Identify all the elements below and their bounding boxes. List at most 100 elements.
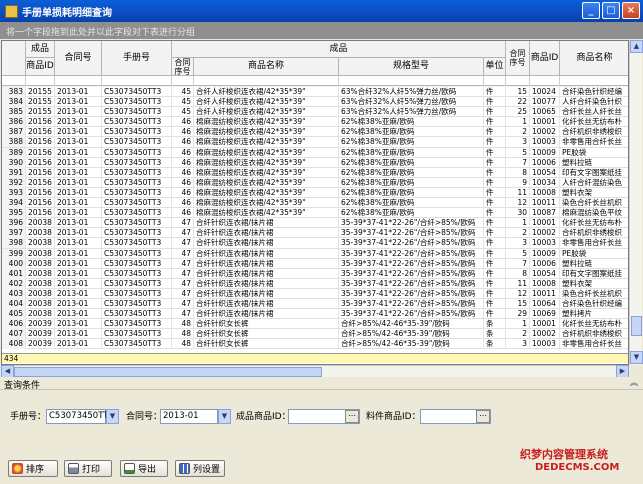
contract-seq-cell: 46 <box>172 198 194 209</box>
table-row[interactable]: 399 20038 2013-01 C53073450TT3 47 合纤针织连衣裙/抹片裙… <box>2 248 628 259</box>
handbook-cell: C53073450TT3 <box>102 147 172 158</box>
item-name-cell: 化纤长丝无纺布朴 <box>560 218 628 228</box>
header-item-name[interactable]: 商品名称 <box>560 41 628 76</box>
table-row[interactable]: 402 20038 2013-01 C53073450TT3 47 合纤针织连衣裙/抹片裙… <box>2 278 628 289</box>
handbook-select[interactable]: C53073450TT3 <box>46 409 114 424</box>
group-by-panel[interactable]: 将一个字段拖到此处并以此字段对下表进行分组 <box>0 22 643 39</box>
item-id-cell: 10002 <box>530 127 560 138</box>
contract-seq-2-cell: 11 <box>506 187 530 198</box>
item-id-cell: 10008 <box>530 278 560 289</box>
vertical-scroll-thumb[interactable] <box>631 316 642 336</box>
item-name-cell: 棉麻混纺染色平纹 <box>560 208 628 218</box>
table-row[interactable]: 397 20038 2013-01 C53073450TT3 47 合纤针织连衣裙/抹片裙… <box>2 228 628 239</box>
minimize-button[interactable]: _ <box>582 2 600 19</box>
contract-select[interactable]: 2013-01 <box>160 409 218 424</box>
table-row[interactable]: 394 20156 2013-01 C53073450TT3 46 棉麻混纺梭织连衣裙/4… <box>2 198 628 209</box>
contract-seq-2-cell: 30 <box>506 208 530 219</box>
table-row[interactable]: 396 20038 2013-01 C53073450TT3 47 合纤针织连衣裙/抹片裙… <box>2 218 628 229</box>
product-id-cell: 20156 <box>26 187 55 198</box>
maximize-button[interactable]: □ <box>602 2 620 19</box>
item-id-cell: 10006 <box>530 258 560 269</box>
handbook-cell: C53073450TT3 <box>102 87 172 97</box>
filter-row[interactable] <box>2 76 628 86</box>
header-contract[interactable]: 合同号 <box>55 41 102 76</box>
scroll-down-icon[interactable]: ▼ <box>630 351 643 364</box>
table-row[interactable]: 405 20038 2013-01 C53073450TT3 47 合纤针织连衣裙/抹片裙… <box>2 309 628 320</box>
product-name-cell: 合纤针织连衣裙/抹片裙 <box>194 228 339 239</box>
horizontal-scrollbar[interactable]: ◀ ▶ <box>1 365 629 378</box>
table-row[interactable]: 392 20156 2013-01 C53073450TT3 46 棉麻混纺梭织连衣裙/4… <box>2 177 628 188</box>
handbook-dropdown-icon[interactable]: ▼ <box>106 409 119 424</box>
row-number: 401 <box>2 268 26 279</box>
query-panel-header[interactable]: 查询条件 ︽ <box>0 377 643 391</box>
table-row[interactable]: 386 20156 2013-01 C53073450TT3 46 棉麻混纺梭织连衣裙/4… <box>2 117 628 128</box>
table-row[interactable]: 391 20156 2013-01 C53073450TT3 46 棉麻混纺梭织连衣裙/4… <box>2 167 628 178</box>
table-row[interactable]: 385 20155 2013-01 C53073450TT3 45 合纤人纤梭织连衣裙/4… <box>2 107 628 118</box>
spec-cell: 62%棉38%亚麻/欧码 <box>339 117 484 128</box>
table-row[interactable]: 387 20156 2013-01 C53073450TT3 46 棉麻混纺梭织连衣裙/4… <box>2 127 628 138</box>
spec-cell: 35-39*37-41*22-26"/合纤>85%/欧码 <box>339 309 484 320</box>
product-id-browse-button[interactable]: ⋯ <box>345 410 359 423</box>
table-row[interactable]: 390 20156 2013-01 C53073450TT3 46 棉麻混纺梭织连衣裙/4… <box>2 157 628 168</box>
columns-icon <box>179 463 190 474</box>
row-number: 397 <box>2 228 26 239</box>
table-row[interactable]: 401 20038 2013-01 C53073450TT3 47 合纤针织连衣裙/抹片裙… <box>2 268 628 279</box>
title-bar: 手册单损耗明细查询 _ □ × <box>0 0 643 22</box>
table-row[interactable]: 398 20038 2013-01 C53073450TT3 47 合纤针织连衣裙/抹片裙… <box>2 238 628 249</box>
handbook-cell: C53073450TT3 <box>102 117 172 128</box>
contract-seq-2-cell: 3 <box>506 137 530 148</box>
table-row[interactable]: 406 20039 2013-01 C53073450TT3 48 合纤针织女长裤 合纤>8… <box>2 319 628 330</box>
header-product-name[interactable]: 商品名称 <box>194 58 339 76</box>
unit-cell: 件 <box>484 298 506 309</box>
contract-dropdown-icon[interactable]: ▼ <box>218 409 231 424</box>
collapse-icon[interactable]: ︽ <box>629 378 639 388</box>
print-button[interactable]: 打印 <box>64 460 112 477</box>
table-row[interactable]: 384 20155 2013-01 C53073450TT3 45 合纤人纤梭织连衣裙/4… <box>2 97 628 108</box>
item-id-cell: 10087 <box>530 208 560 219</box>
material-id-browse-button[interactable]: ⋯ <box>476 410 490 423</box>
table-row[interactable]: 404 20038 2013-01 C53073450TT3 47 合纤针织连衣裙/抹片裙… <box>2 298 628 310</box>
item-id-cell: 10001 <box>530 218 560 229</box>
close-button[interactable]: × <box>622 2 640 19</box>
spec-cell: 62%棉38%亚麻/欧码 <box>339 167 484 178</box>
table-row[interactable]: 400 20038 2013-01 C53073450TT3 47 合纤针织连衣裙/抹片裙… <box>2 258 628 269</box>
table-row[interactable]: 393 20156 2013-01 C53073450TT3 46 棉麻混纺梭织连衣裙/4… <box>2 187 628 199</box>
product-id-cell: 20038 <box>26 248 55 259</box>
contract-seq-cell: 48 <box>172 319 194 330</box>
horizontal-scroll-thumb[interactable] <box>14 367 322 377</box>
header-contract-seq[interactable]: 合同序号 <box>172 58 194 76</box>
export-button[interactable]: 导出 <box>120 460 168 477</box>
data-grid[interactable]: 成品 商品ID 合同号 手册号 成品 合同序号 商品名称 规格型号 单位 合同序… <box>1 40 629 365</box>
table-row[interactable]: 395 20156 2013-01 C53073450TT3 46 棉麻混纺梭织连衣裙/4… <box>2 208 628 219</box>
item-name-cell: 合纤机织非绣梭织 <box>560 228 628 238</box>
header-contract-seq-2[interactable]: 合同序号 <box>506 41 530 76</box>
vertical-scrollbar[interactable]: ▲ ▼ <box>629 40 643 365</box>
contract-seq-cell: 47 <box>172 278 194 289</box>
material-id-label: 料件商品ID： <box>366 412 421 422</box>
item-name-cell: 化纤长丝无纺布朴 <box>560 117 628 127</box>
unit-cell: 件 <box>484 258 506 269</box>
item-id-cell: 10008 <box>530 187 560 198</box>
header-handbook[interactable]: 手册号 <box>102 41 172 76</box>
table-row[interactable]: 403 20038 2013-01 C53073450TT3 47 合纤针织连衣裙/抹片裙… <box>2 288 628 299</box>
header-spec[interactable]: 规格型号 <box>339 58 484 76</box>
header-product-id[interactable]: 商品ID <box>26 58 55 76</box>
sort-button[interactable]: 排序 <box>8 460 58 477</box>
table-row[interactable]: 407 20039 2013-01 C53073450TT3 48 合纤针织女长裤 合纤>8… <box>2 329 628 340</box>
table-row[interactable]: 389 20156 2013-01 C53073450TT3 46 棉麻混纺梭织连衣裙/4… <box>2 147 628 158</box>
table-row[interactable]: 388 20156 2013-01 C53073450TT3 46 棉麻混纺梭织连衣裙/4… <box>2 137 628 148</box>
watermark-url: DEDECMS.COM <box>535 462 620 473</box>
unit-cell: 件 <box>484 117 506 128</box>
unit-cell: 件 <box>484 97 506 108</box>
product-name-cell: 合纤人纤梭织连衣裙/42*35*39" <box>194 97 339 108</box>
item-id-cell: 10011 <box>530 288 560 299</box>
item-name-cell: 塑料拉链 <box>560 158 628 168</box>
column-settings-button[interactable]: 列设置 <box>175 460 225 477</box>
item-id-cell: 10054 <box>530 167 560 178</box>
table-row[interactable]: 408 20039 2013-01 C53073450TT3 48 合纤针织女长裤 合纤>8… <box>2 339 628 350</box>
header-unit[interactable]: 单位 <box>484 58 506 76</box>
header-item-id[interactable]: 商品ID <box>530 41 560 76</box>
item-id-cell: 10001 <box>530 319 560 330</box>
scroll-up-icon[interactable]: ▲ <box>630 40 643 53</box>
table-row[interactable]: 383 20155 2013-01 C53073450TT3 45 合纤人纤梭织连衣裙/4… <box>2 87 628 98</box>
